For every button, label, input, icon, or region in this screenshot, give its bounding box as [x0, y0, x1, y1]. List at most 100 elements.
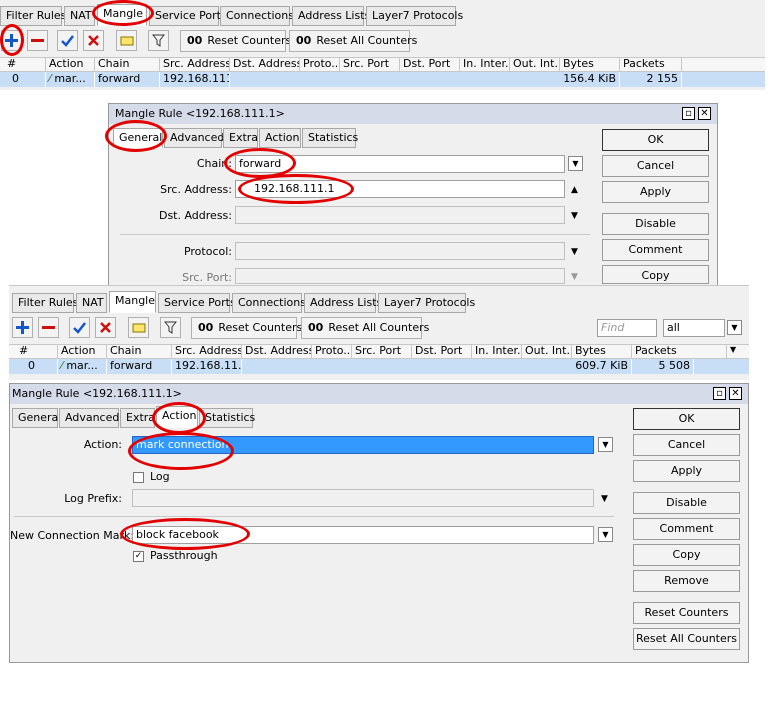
cancel-button[interactable]: Cancel — [602, 155, 709, 177]
columns-menu-icon[interactable]: ▼ — [730, 345, 736, 354]
reset-all-counters-button[interactable]: Reset All Counters — [633, 628, 740, 650]
column-header[interactable]: Dst. Port — [400, 57, 460, 72]
restore-window-icon[interactable]: ▫ — [682, 107, 695, 120]
dialog-titlebar[interactable]: Mangle Rule <192.168.111.1> — [10, 384, 748, 404]
remove-button[interactable]: Remove — [633, 570, 740, 592]
column-header[interactable]: Out. Int... — [510, 57, 560, 72]
chain-dropdown-icon[interactable]: ▼ — [568, 156, 583, 171]
column-header[interactable]: Action — [46, 57, 95, 72]
collapse-up-icon[interactable]: ▲ — [571, 185, 578, 195]
cancel-button[interactable]: Cancel — [633, 434, 740, 456]
expand-down-icon[interactable]: ▼ — [601, 494, 608, 504]
apply-button[interactable]: Apply — [633, 460, 740, 482]
reset-all-counters-button[interactable]: 00 Reset All Counters — [289, 30, 417, 52]
reset-counters-button[interactable]: Reset Counters — [633, 602, 740, 624]
comment-button[interactable] — [116, 30, 137, 51]
dialog1-tab-action[interactable]: Action — [259, 128, 301, 148]
tab-service-ports[interactable]: Service Ports — [158, 293, 236, 313]
log-checkbox[interactable] — [133, 472, 144, 483]
close-window-icon[interactable]: ✕ — [729, 387, 742, 400]
reset-counters-button[interactable]: 00 Reset Counters — [191, 317, 302, 339]
src-port-field[interactable] — [235, 268, 565, 284]
tab-layer7-protocols[interactable]: Layer7 Protocols — [378, 293, 475, 313]
column-header[interactable]: Out. Int... — [522, 344, 572, 359]
comment-button[interactable] — [128, 317, 149, 338]
tab-mangle[interactable]: Mangle — [109, 291, 156, 313]
column-header[interactable]: In. Inter... — [460, 57, 510, 72]
column-header[interactable]: Packets — [620, 57, 682, 72]
src-address-field[interactable]: 192.168.111.1 — [235, 180, 565, 198]
column-header[interactable]: Src. Address — [172, 344, 242, 359]
ok-button[interactable]: OK — [602, 129, 709, 151]
column-header[interactable]: Proto... — [300, 57, 340, 72]
filter-dropdown-icon[interactable]: ▼ — [727, 320, 742, 335]
filter-select[interactable]: all — [663, 319, 725, 337]
protocol-field[interactable] — [235, 242, 565, 260]
dialog2-tab-advanced[interactable]: Advanced — [59, 408, 119, 428]
remove-button[interactable] — [27, 30, 48, 51]
dialog-titlebar[interactable]: Mangle Rule <192.168.111.1> — [109, 104, 717, 124]
reset-counters-button[interactable]: 00 Reset Counters — [180, 30, 291, 52]
tab-filter-rules[interactable]: Filter Rules — [12, 293, 78, 313]
tab-nat[interactable]: NAT — [64, 6, 95, 26]
add-button[interactable] — [12, 317, 33, 338]
find-input[interactable]: Find — [597, 319, 657, 337]
tab-service-ports[interactable]: Service Ports — [149, 6, 227, 26]
dialog1-tab-general[interactable]: General — [113, 128, 163, 148]
copy-button[interactable]: Copy — [633, 544, 740, 566]
restore-window-icon[interactable]: ▫ — [713, 387, 726, 400]
action-select[interactable]: mark connection — [132, 436, 594, 454]
column-header[interactable]: Src. Address — [160, 57, 230, 72]
enable-button[interactable] — [69, 317, 90, 338]
comment-button[interactable]: Comment — [633, 518, 740, 540]
column-header[interactable]: Action — [58, 344, 107, 359]
chain-field[interactable]: forward — [235, 155, 565, 173]
column-header[interactable]: Dst. Address — [242, 344, 312, 359]
reset-all-counters-button[interactable]: 00 Reset All Counters — [301, 317, 429, 339]
column-header[interactable]: Src. Port — [340, 57, 400, 72]
dialog2-tab-action[interactable]: Action — [156, 406, 198, 428]
tab-nat[interactable]: NAT — [76, 293, 107, 313]
log-prefix-field[interactable] — [132, 489, 594, 507]
column-header[interactable]: Src. Port — [352, 344, 412, 359]
dialog2-tab-statistics[interactable]: Statistics — [199, 408, 255, 428]
expand-down-icon[interactable]: ▼ — [571, 272, 578, 282]
filter-button[interactable] — [148, 30, 169, 51]
column-header[interactable]: Bytes — [560, 57, 620, 72]
dialog2-tab-extra[interactable]: Extra — [120, 408, 155, 428]
passthrough-checkbox[interactable]: ✓ — [133, 551, 144, 562]
expand-down-icon[interactable]: ▼ — [571, 247, 578, 257]
enable-button[interactable] — [57, 30, 78, 51]
disable-button[interactable]: Disable — [633, 492, 740, 514]
tab-mangle[interactable]: Mangle — [97, 4, 147, 26]
tab-connections[interactable]: Connections — [220, 6, 294, 26]
dialog1-tab-advanced[interactable]: Advanced — [164, 128, 224, 148]
column-header[interactable]: # — [4, 57, 46, 72]
tab-address-lists[interactable]: Address Lists — [292, 6, 370, 26]
column-header[interactable]: Packets — [632, 344, 727, 359]
copy-button[interactable]: Copy — [602, 265, 709, 284]
remove-button[interactable] — [38, 317, 59, 338]
disable-button[interactable] — [83, 30, 104, 51]
new-connection-mark-field[interactable]: block facebook — [132, 526, 594, 544]
column-header[interactable]: Bytes — [572, 344, 632, 359]
column-header[interactable]: Dst. Address — [230, 57, 300, 72]
comment-button[interactable]: Comment — [602, 239, 709, 261]
filter-button[interactable] — [160, 317, 181, 338]
tab-connections[interactable]: Connections — [232, 293, 306, 313]
disable-button[interactable] — [95, 317, 116, 338]
add-button[interactable] — [1, 30, 22, 51]
column-header[interactable]: In. Inter... — [472, 344, 522, 359]
tab-filter-rules[interactable]: Filter Rules — [0, 6, 66, 26]
apply-button[interactable]: Apply — [602, 181, 709, 203]
column-header[interactable]: Proto... — [312, 344, 352, 359]
column-header[interactable]: Dst. Port — [412, 344, 472, 359]
column-header[interactable]: Chain — [107, 344, 172, 359]
dialog1-tab-statistics[interactable]: Statistics — [302, 128, 358, 148]
expand-down-icon[interactable]: ▼ — [571, 211, 578, 221]
column-header[interactable]: # — [16, 344, 58, 359]
action-dropdown-icon[interactable]: ▼ — [598, 437, 613, 452]
dst-address-field[interactable] — [235, 206, 565, 224]
tab-address-lists[interactable]: Address Lists — [304, 293, 382, 313]
mark-dropdown-icon[interactable]: ▼ — [598, 527, 613, 542]
